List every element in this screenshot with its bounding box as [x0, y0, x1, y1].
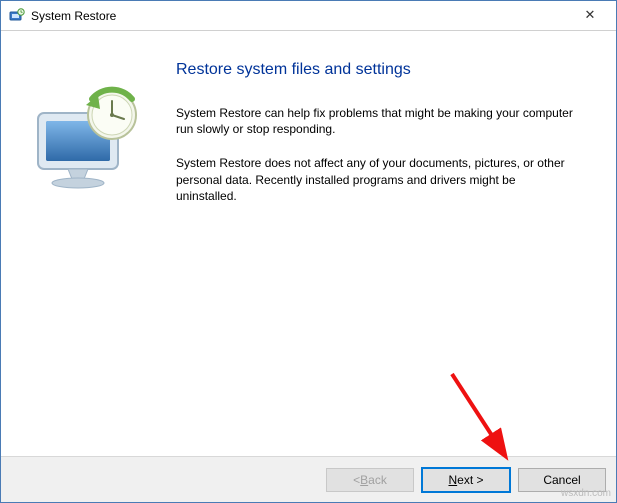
intro-paragraph-1: System Restore can help fix problems tha… [176, 105, 576, 137]
system-restore-icon [9, 8, 25, 24]
next-button-mnemonic: N [448, 473, 457, 487]
next-button[interactable]: Next > [422, 468, 510, 492]
restore-illustration-icon [24, 79, 154, 456]
back-button-suffix: ack [368, 473, 387, 487]
page-heading: Restore system files and settings [176, 61, 588, 79]
watermark: wsxdn.com [561, 488, 611, 499]
button-bar: < Back Next > Cancel [1, 456, 616, 502]
system-restore-window: System Restore ✕ [0, 0, 617, 503]
back-button-prefix: < [353, 473, 360, 487]
intro-paragraph-2: System Restore does not affect any of yo… [176, 155, 576, 204]
close-button[interactable]: ✕ [570, 1, 610, 29]
content-area: Restore system files and settings System… [1, 31, 616, 456]
back-button: < Back [326, 468, 414, 492]
text-pane: Restore system files and settings System… [176, 31, 616, 456]
illustration-pane [1, 31, 176, 456]
titlebar: System Restore ✕ [1, 1, 616, 31]
window-title: System Restore [31, 9, 570, 23]
back-button-mnemonic: B [360, 473, 368, 487]
next-button-suffix: ext > [457, 473, 483, 487]
